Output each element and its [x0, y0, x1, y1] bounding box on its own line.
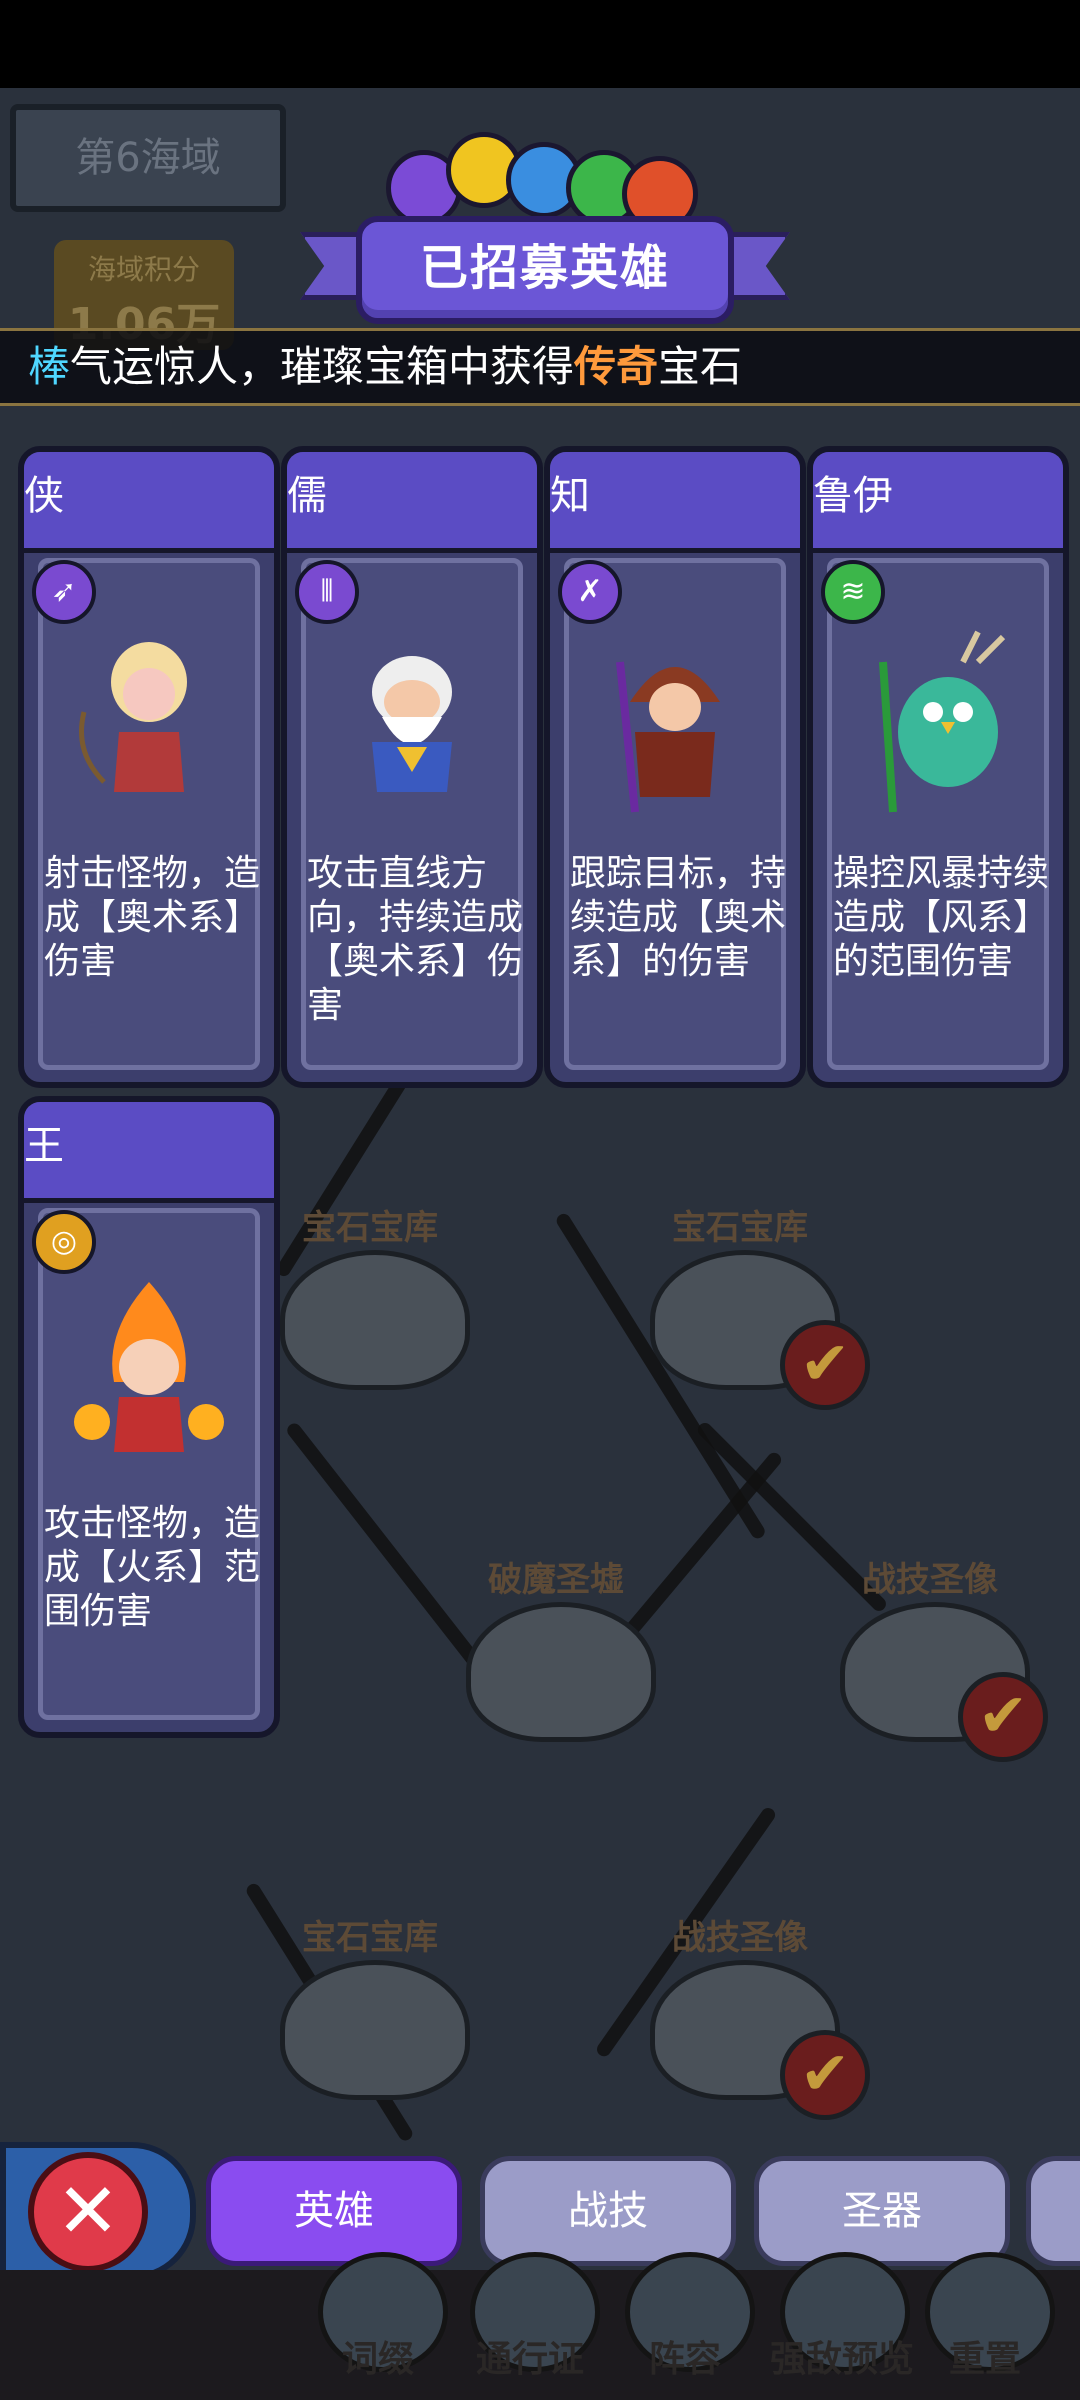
treasure-vault-icon	[280, 1250, 470, 1390]
page-title: 已招募英雄	[356, 216, 734, 324]
close-button[interactable]: ✕	[0, 2142, 196, 2280]
beam-icon: ⦀	[295, 560, 359, 624]
broadcast-ticker: 棒气运惊人，璀璨宝箱中获得传奇宝石	[0, 328, 1080, 406]
nav-lineup[interactable]: 阵容	[610, 2330, 760, 2382]
ticker-text: 气运惊人，璀璨宝箱中获得	[70, 342, 575, 391]
tab-more[interactable]	[1026, 2156, 1080, 2266]
crossed-arrows-icon: ✗	[558, 560, 622, 624]
checkmark-icon: ✔	[780, 2030, 870, 2120]
map-node-label: 战技圣像	[862, 1560, 998, 1600]
hero-portrait	[879, 630, 1006, 813]
map-node[interactable]: 宝石宝库 ✔	[630, 1200, 870, 1410]
hero-portrait	[372, 656, 452, 792]
hero-portrait	[74, 1282, 224, 1452]
hero-card[interactable]: 王 ◎ 攻击怪物，造成【火系】范围伤害	[18, 1096, 280, 1738]
sea-region-label[interactable]: 第6海域	[10, 104, 286, 212]
hero-name: 侠	[24, 473, 64, 519]
map-node[interactable]: 宝石宝库	[260, 1200, 480, 1390]
hero-name: 知	[550, 473, 590, 519]
hero-name: 王	[24, 1123, 64, 1169]
ticker-player-name: 棒	[28, 342, 71, 391]
hero-portrait	[79, 642, 187, 792]
treasure-vault-icon	[280, 1960, 470, 2100]
hero-name: 鲁伊	[813, 473, 893, 519]
map-node[interactable]: 破魔圣墟	[446, 1552, 666, 1742]
hero-card[interactable]: 鲁伊 ≋ 操控风暴持续造成【风系】的范围伤害	[807, 446, 1069, 1088]
map-node-label: 宝石宝库	[302, 1208, 438, 1248]
ticker-rarity: 传奇	[574, 342, 659, 391]
map-node[interactable]: 战技圣像 ✔	[820, 1552, 1048, 1762]
map-node-label: 宝石宝库	[302, 1918, 438, 1958]
nav-affix[interactable]: 词缀	[303, 2330, 453, 2382]
tab-skills[interactable]: 战技	[480, 2156, 736, 2266]
nav-pass[interactable]: 通行证	[455, 2330, 605, 2382]
hero-card[interactable]: 儒 ⦀ 攻击直线方向，持续造成【奥术系】伤害	[281, 446, 543, 1088]
fire-ring-icon: ◎	[32, 1210, 96, 1274]
sea-score-label: 海域积分	[87, 253, 200, 286]
ticker-item: 宝石	[658, 342, 743, 391]
hero-description: 攻击怪物，造成【火系】范围伤害	[44, 1503, 261, 1632]
hero-card[interactable]: 侠 ➶ 射击怪物，造成【奥术系】伤害	[18, 446, 280, 1088]
nav-enemy-preview[interactable]: 强敌预览	[752, 2330, 932, 2382]
map-node[interactable]: 宝石宝库	[260, 1910, 480, 2100]
map-node-label: 战技圣像	[672, 1918, 808, 1958]
map-node-label: 宝石宝库	[672, 1208, 808, 1248]
hero-description: 射击怪物，造成【奥术系】伤害	[44, 853, 261, 982]
checkmark-icon: ✔	[958, 1672, 1048, 1762]
tab-artifacts[interactable]: 圣器	[754, 2156, 1010, 2266]
ruins-icon	[466, 1602, 656, 1742]
nav-reset[interactable]: 重置	[910, 2330, 1060, 2382]
hero-description: 跟踪目标，持续造成【奥术系】的伤害	[570, 853, 787, 982]
hero-description: 操控风暴持续造成【风系】的范围伤害	[833, 853, 1050, 982]
hero-card[interactable]: 知 ✗ 跟踪目标，持续造成【奥术系】的伤害	[544, 446, 806, 1088]
arrows-icon: ➶	[32, 560, 96, 624]
tab-heroes[interactable]: 英雄	[206, 2156, 462, 2266]
close-icon: ✕	[28, 2152, 148, 2272]
status-bar	[0, 0, 1080, 88]
wind-icon: ≋	[821, 560, 885, 624]
hero-name: 儒	[287, 473, 327, 519]
map-node[interactable]: 战技圣像 ✔	[630, 1910, 870, 2120]
hero-description: 攻击直线方向，持续造成【奥术系】伤害	[307, 853, 524, 1026]
hero-portrait	[616, 661, 720, 813]
checkmark-icon: ✔	[780, 1320, 870, 1410]
map-node-label: 破魔圣墟	[488, 1560, 624, 1600]
